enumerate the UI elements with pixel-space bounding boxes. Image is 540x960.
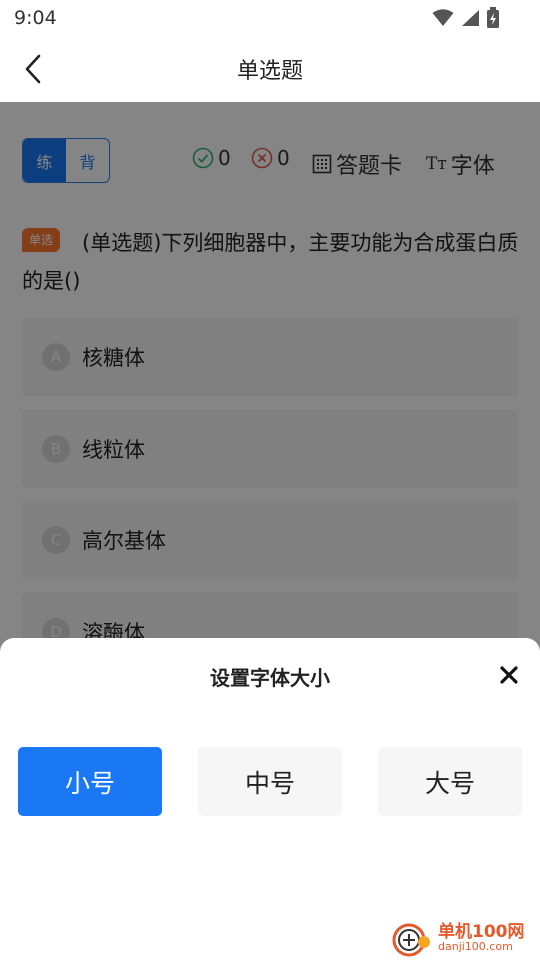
font-size-large-button[interactable]: 大号 — [378, 747, 522, 816]
back-button[interactable] — [18, 52, 48, 86]
chevron-left-icon — [25, 54, 41, 84]
close-button[interactable] — [496, 662, 522, 688]
watermark-url: danji100.com — [438, 940, 513, 954]
app-header: 单选题 — [0, 36, 540, 102]
status-bar: 9:04 — [0, 0, 540, 36]
status-time: 9:04 — [14, 7, 57, 29]
app-screen: 9:04 单选题 练 背 0 0 答题卡 Tт 字体 单选 (单选题)下列细胞器… — [0, 0, 540, 960]
close-icon — [500, 666, 518, 684]
watermark: 单机100网 danji100.com — [392, 916, 540, 960]
watermark-text: 单机100网 danji100.com — [438, 921, 525, 954]
sheet-title: 设置字体大小 — [210, 666, 330, 690]
wifi-icon — [432, 9, 454, 26]
font-size-small-button[interactable]: 小号 — [18, 747, 162, 816]
watermark-name: 单机100网 — [438, 921, 525, 942]
font-size-medium-button[interactable]: 中号 — [198, 747, 342, 816]
page-title: 单选题 — [236, 59, 303, 84]
status-icons — [432, 7, 500, 29]
battery-icon — [487, 7, 499, 28]
signal-icon — [462, 10, 479, 26]
watermark-logo — [392, 923, 430, 957]
font-size-sheet: 设置字体大小 小号 中号 大号 — [0, 638, 540, 960]
